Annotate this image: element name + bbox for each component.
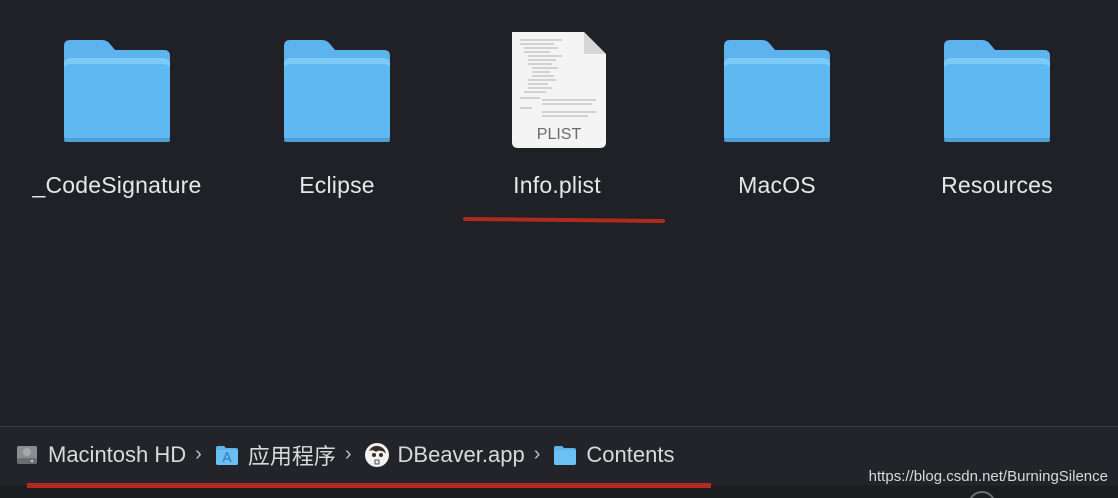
chevron-right-icon: › — [195, 442, 202, 465]
plist-file-icon: PLIST — [512, 32, 606, 148]
annotation-underline-path — [27, 483, 711, 488]
file-item-eclipse[interactable]: Eclipse — [227, 28, 447, 208]
breadcrumb-label: DBeaver.app — [397, 442, 525, 467]
dbeaver-app-icon — [364, 443, 389, 467]
file-icon-grid: _CodeSignature Eclipse PLIST Info.plist … — [0, 0, 1118, 240]
breadcrumb-item-dbeaver-app[interactable]: DBeaver.app — [364, 442, 525, 468]
finder-window: _CodeSignature Eclipse PLIST Info.plist … — [0, 0, 1118, 498]
watermark: https://blog.csdn.net/BurningSilence — [868, 468, 1108, 485]
plist-badge: PLIST — [537, 126, 582, 143]
file-item-codesignature[interactable]: _CodeSignature — [7, 28, 227, 208]
file-name: Resources — [941, 172, 1053, 198]
file-item-macos[interactable]: MacOS — [667, 28, 887, 208]
applications-folder-icon — [215, 446, 238, 465]
folder-icon — [944, 40, 1050, 142]
annotation-underline-info-plist — [462, 216, 666, 224]
file-name: MacOS — [738, 172, 816, 198]
hard-drive-icon — [17, 446, 37, 464]
breadcrumb-item-macintosh-hd[interactable]: Macintosh HD — [14, 442, 186, 468]
breadcrumb-item-applications[interactable]: 应用程序 — [214, 439, 336, 471]
file-name: Eclipse — [299, 172, 375, 198]
file-item-info-plist[interactable]: PLIST Info.plist — [447, 28, 667, 208]
breadcrumb: Macintosh HD › 应用程序 › DBeaver.app › Cont… — [14, 439, 674, 471]
file-name: Info.plist — [513, 172, 601, 198]
folder-icon — [284, 40, 390, 142]
folder-icon — [554, 446, 577, 465]
breadcrumb-item-contents[interactable]: Contents — [552, 442, 674, 468]
chevron-right-icon: › — [344, 442, 352, 465]
file-item-resources[interactable]: Resources — [887, 28, 1107, 208]
chevron-right-icon: › — [533, 442, 541, 465]
breadcrumb-label: Contents — [586, 442, 675, 467]
breadcrumb-label: 应用程序 — [247, 444, 336, 469]
file-name: _CodeSignature — [32, 172, 202, 198]
folder-icon — [64, 40, 170, 142]
breadcrumb-label: Macintosh HD — [48, 442, 187, 467]
folder-icon — [724, 40, 830, 142]
